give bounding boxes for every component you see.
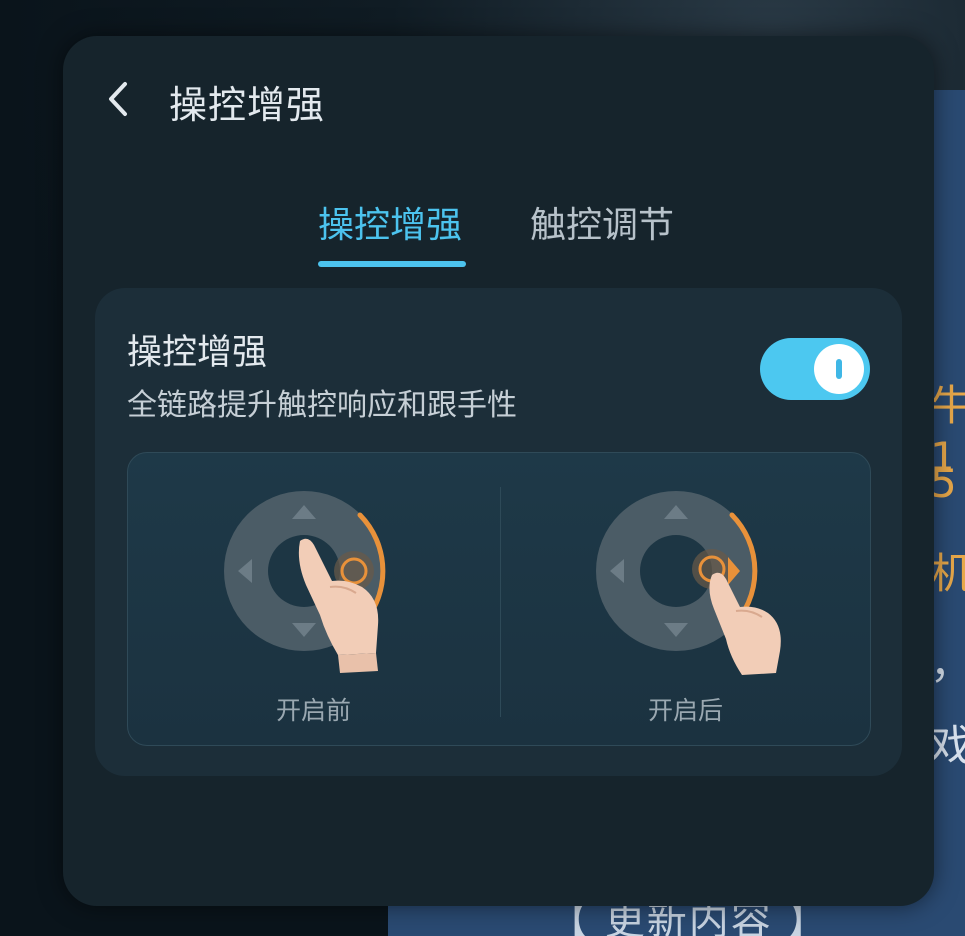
after-label: 开启后 [647, 696, 723, 725]
control-enhance-card: 操控增强 全链路提升触控响应和跟手性 开启前 开启后 [95, 288, 902, 776]
joystick-before-icon [224, 491, 386, 673]
chevron-left-icon [109, 82, 127, 116]
demo-after: 开启后 [500, 453, 870, 745]
background-glyph: 戏 [930, 721, 965, 770]
tab-control-enhance[interactable]: 操控增强 [318, 196, 462, 248]
toggle-knob [814, 344, 864, 394]
setting-title: 操控增强 [127, 333, 268, 373]
control-enhance-dialog: 操控增强 操控增强 触控调节 操控增强 全链路提升触控响应和跟手性 开启前 开启… [63, 36, 934, 906]
tab-touch-adjust[interactable]: 触控调节 [530, 196, 674, 248]
demo-illustration: 开启前 开启后 [127, 452, 871, 746]
background-glyph: 5 [930, 458, 957, 507]
background-glyph: ， [930, 630, 965, 691]
joystick-after-icon [596, 491, 781, 675]
tab-bar: 操控增强 触控调节 [63, 196, 934, 276]
demo-before: 开启前 [128, 453, 499, 745]
control-enhance-toggle[interactable] [760, 338, 870, 400]
setting-description: 全链路提升触控响应和跟手性 [127, 388, 517, 423]
background-glyph: 机 [930, 549, 965, 598]
back-button[interactable] [97, 76, 143, 122]
active-tab-indicator [318, 261, 466, 267]
page-title: 操控增强 [169, 83, 326, 127]
before-label: 开启前 [275, 696, 351, 725]
